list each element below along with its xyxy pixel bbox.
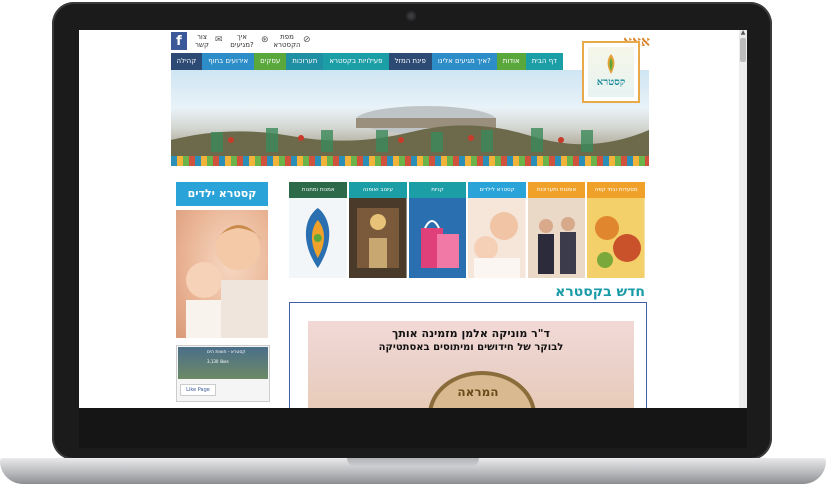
category-tile-image[interactable]: [349, 198, 407, 278]
category-tile-label[interactable]: מסעדות ובתי קפה: [587, 182, 645, 198]
top-bar: f צור קשר ✉ איך מגיעים? ⊛ מפת הקסטרא ⊘ א…: [171, 32, 651, 52]
nav-item[interactable]: דף הבית: [525, 53, 563, 70]
logo-mark-icon: [607, 54, 615, 74]
nav-item[interactable]: עסקים: [254, 53, 287, 70]
laptop-frame: f צור קשר ✉ איך מגיעים? ⊛ מפת הקסטרא ⊘ א…: [0, 0, 826, 500]
news-banner[interactable]: ד"ר מוניקה אלמן מזמינה אותך לבוקר של חיד…: [308, 321, 634, 408]
category-tile-label[interactable]: עיצוב ואופנה: [349, 182, 407, 198]
website-page: f צור קשר ✉ איך מגיעים? ⊛ מפת הקסטרא ⊘ א…: [79, 30, 739, 408]
category-tile-label[interactable]: אמנות ומתנות: [289, 182, 348, 198]
category-tile-image[interactable]: [587, 198, 645, 278]
category-tile[interactable]: עיצוב ואופנה: [349, 182, 407, 278]
compass-icon: ⊘: [303, 35, 311, 45]
mother-child-image: [186, 225, 268, 338]
category-tile[interactable]: אמנות ומתנות: [289, 182, 348, 278]
contact-link[interactable]: צור קשר: [191, 33, 213, 49]
facebook-icon[interactable]: f: [171, 32, 187, 50]
category-tile-label[interactable]: קסטרא לילדים: [468, 182, 526, 198]
mirror-label: המראה: [457, 385, 499, 399]
nav-item[interactable]: פינת המזל: [388, 53, 432, 70]
category-tiles: מסעדות ובתי קפה אומנות ותערוכות קסטרא לילד…: [289, 182, 645, 278]
hero-image: [171, 106, 649, 166]
kids-photo[interactable]: [176, 210, 268, 338]
news-heading: חדש בקסטרא: [555, 284, 645, 300]
category-tile-image[interactable]: [289, 198, 348, 278]
news-line-1: ד"ר מוניקה אלמן מזמינה אותך: [392, 327, 550, 340]
vertical-scrollbar[interactable]: ▲: [739, 30, 747, 408]
scroll-thumb[interactable]: [740, 38, 746, 62]
hero-banner: [171, 70, 649, 166]
mosaic-strip: [171, 156, 649, 166]
news-line-2: לבוקר של חידושים ומיתוסים באסתטיקה: [378, 342, 564, 353]
nav-item[interactable]: פעילויות בקסטרא: [323, 53, 389, 70]
news-box: ד"ר מוניקה אלמן מזמינה אותך לבוקר של חיד…: [289, 302, 647, 408]
nav-item[interactable]: איך מגיעים אלינו?: [431, 53, 497, 70]
scroll-up-icon[interactable]: ▲: [740, 30, 746, 36]
location-icon: ⊛: [261, 35, 269, 45]
laptop-notch: [347, 458, 479, 467]
category-tile[interactable]: מסעדות ובתי קפה: [587, 182, 645, 278]
category-tile-image[interactable]: [408, 198, 467, 278]
kids-banner[interactable]: קסטרא ילדים: [176, 182, 268, 206]
arrive-link[interactable]: איך מגיעים?: [227, 33, 257, 49]
nav-item[interactable]: אירועים בחוף: [202, 53, 255, 70]
category-tile[interactable]: אומנות ותערוכות: [527, 182, 586, 278]
main-nav: דף הבית אודות איך מגיעים אלינו? פינת המזל פע…: [170, 53, 563, 70]
nav-item[interactable]: קהילה: [170, 53, 203, 70]
site-logo[interactable]: קסטרא: [582, 41, 640, 103]
category-tile[interactable]: קסטרא לילדים: [468, 182, 526, 278]
mail-icon: ✉: [215, 35, 223, 45]
screen-bottom-bezel: [79, 408, 747, 448]
map-link[interactable]: מפת הקסטרא: [273, 33, 301, 49]
facebook-likes: 3,130 likes: [207, 359, 229, 364]
category-tile-label[interactable]: קניות: [408, 182, 467, 198]
category-tile[interactable]: קניות: [408, 182, 467, 278]
facebook-page-title[interactable]: קסטרא - חוצות הים: [207, 350, 245, 355]
logo-panel: קסטרא: [588, 47, 634, 97]
category-tile-image[interactable]: [527, 198, 586, 278]
webcam: [406, 11, 416, 21]
laptop-screen: f צור קשר ✉ איך מגיעים? ⊛ מפת הקסטרא ⊘ א…: [79, 30, 747, 408]
category-tile-label[interactable]: אומנות ותערוכות: [527, 182, 586, 198]
logo-name: קסטרא: [596, 77, 626, 88]
nav-item[interactable]: תערוכות: [286, 53, 324, 70]
category-tile-image[interactable]: [468, 198, 526, 278]
nav-item[interactable]: אודות: [496, 53, 526, 70]
facebook-like-button[interactable]: Like Page: [180, 384, 216, 396]
facebook-widget[interactable]: קסטרא - חוצות הים 3,130 likes Like Page: [176, 345, 270, 402]
